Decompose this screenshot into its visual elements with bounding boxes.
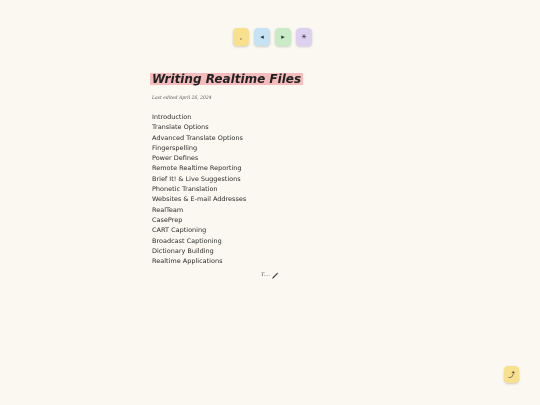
list-item[interactable]: Advanced Translate Options (152, 133, 246, 143)
previous-button[interactable]: ◂ (254, 28, 270, 46)
pen-icon (272, 272, 279, 279)
next-button[interactable]: ▸ (275, 28, 291, 46)
document-list: Introduction Translate Options Advanced … (152, 112, 246, 266)
scroll-to-top-icon: ⤴ (508, 370, 515, 379)
list-item[interactable]: Introduction (152, 112, 246, 122)
scroll-to-top-button[interactable]: ⤴ (504, 366, 519, 383)
list-item[interactable]: CART Captioning (152, 225, 246, 235)
theme-button[interactable]: ☀ (296, 28, 312, 46)
last-edited-date: Last edited April 26, 2024 (152, 96, 212, 101)
list-item[interactable]: Translate Options (152, 122, 246, 132)
list-item[interactable]: Websites & E-mail Addresses (152, 194, 246, 204)
list-item[interactable]: Realtime Applications (152, 256, 246, 266)
page-title: Writing Realtime Files (150, 72, 304, 86)
list-item[interactable]: CasePrep (152, 215, 246, 225)
list-item[interactable]: RealTeam (152, 205, 246, 215)
list-item[interactable]: Phonetic Translation (152, 184, 246, 194)
signature-text: T.... (261, 272, 270, 278)
top-toolbar: , ◂ ▸ ☀ (233, 28, 312, 46)
list-item[interactable]: Remote Realtime Reporting (152, 163, 246, 173)
comma-button[interactable]: , (233, 28, 249, 46)
list-item[interactable]: Dictionary Building (152, 246, 246, 256)
list-item[interactable]: Brief It! & Live Suggestions (152, 174, 246, 184)
list-item[interactable]: Broadcast Captioning (152, 236, 246, 246)
signature: T.... (261, 271, 279, 279)
list-item[interactable]: Fingerspelling (152, 143, 246, 153)
list-item[interactable]: Power Defines (152, 153, 246, 163)
